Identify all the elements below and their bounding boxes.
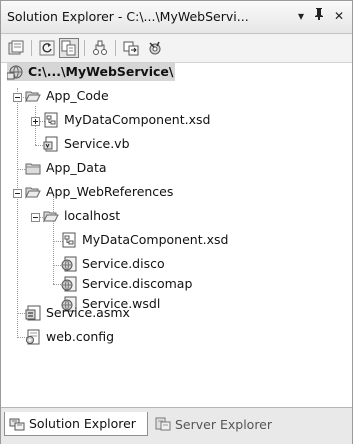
tree-item-label: MyDataComponent.xsd: [82, 232, 229, 247]
dataset-file-icon: [62, 232, 76, 248]
tree-item-label: App_WebReferences: [46, 184, 174, 199]
open-folder-icon: [43, 211, 59, 223]
tree-item-mydatacomponent-xsd[interactable]: MyDataComponent.xsd: [61, 231, 228, 249]
server-explorer-icon: [155, 417, 171, 431]
solution-explorer-panel: Solution Explorer - C:\...\MyWebServi...…: [0, 0, 353, 444]
tree-item-label: Service.disco: [82, 256, 165, 271]
web-service-file-icon: [61, 256, 77, 272]
web-project-icon: [7, 65, 23, 80]
tree-item-label: App_Code: [46, 88, 109, 103]
tree-item-root[interactable]: C:\...\MyWebService\: [7, 63, 176, 81]
web-service-file-icon: [61, 276, 77, 292]
config-file-icon: [26, 329, 40, 345]
tree-item-service-disco[interactable]: Service.disco: [61, 255, 165, 273]
window-title: Solution Explorer - C:\...\MyWebServi...: [7, 9, 249, 24]
properties-icon: [8, 40, 24, 55]
window-position-dropdown-icon[interactable]: ▾: [293, 7, 309, 25]
asmx-file-icon: [25, 305, 41, 321]
show-all-files-icon: [61, 40, 76, 56]
toolbar-separator: [31, 40, 32, 56]
asp-net-configuration-button[interactable]: [145, 38, 165, 58]
tree-item-label: App_Data: [46, 160, 107, 175]
copy-web-site-icon: [123, 41, 139, 56]
copy-web-site-button[interactable]: [121, 38, 141, 58]
close-icon[interactable]: ✕: [331, 7, 347, 25]
tree-item-app-code[interactable]: App_Code: [25, 87, 109, 105]
expand-mydatacomponent-toggle[interactable]: [31, 117, 40, 126]
toolbar-separator: [115, 40, 116, 56]
toolbar: [1, 34, 352, 63]
tree-item-label: MyDataComponent.xsd: [64, 112, 211, 127]
tree-item-service-asmx[interactable]: Service.asmx: [25, 304, 130, 322]
solution-tree: C:\...\MyWebService\ App_Code MyDataComp…: [1, 63, 352, 407]
closed-folder-icon: [25, 163, 41, 175]
collapse-app-webreferences-toggle[interactable]: [13, 189, 22, 198]
tree-item-label: Service.vb: [64, 136, 130, 151]
dataset-file-icon: [44, 112, 58, 128]
tree-item-service-discomap[interactable]: Service.discomap: [61, 275, 192, 293]
vb-file-icon: [43, 136, 58, 152]
tree-item-label: localhost: [64, 208, 121, 223]
asp-net-configuration-icon: [149, 41, 161, 55]
tree-item-service-vb[interactable]: Service.vb: [43, 135, 130, 153]
auto-hide-pin-icon[interactable]: [311, 7, 327, 25]
tree-item-label: C:\...\MyWebService\: [28, 64, 174, 79]
tab-label: Solution Explorer: [29, 416, 136, 431]
tab-server-explorer[interactable]: Server Explorer: [151, 412, 283, 436]
solution-explorer-icon: [9, 418, 25, 430]
tree-item-web-config[interactable]: web.config: [25, 328, 114, 346]
collapse-app-code-toggle[interactable]: [13, 93, 22, 102]
open-folder-icon: [25, 187, 41, 199]
tree-item-label: Service.asmx: [46, 305, 130, 320]
tab-label: Server Explorer: [175, 416, 273, 432]
open-folder-icon: [25, 91, 41, 103]
nest-related-files-icon: [93, 40, 107, 55]
tree-item-label: Service.discomap: [82, 276, 193, 291]
title-bar[interactable]: Solution Explorer - C:\...\MyWebServi...…: [1, 1, 352, 34]
tree-item-label: web.config: [46, 329, 115, 344]
properties-button[interactable]: [6, 38, 26, 58]
refresh-icon: [39, 40, 55, 56]
tree-connector: [17, 88, 18, 338]
toolbar-separator: [84, 40, 85, 56]
tab-solution-explorer[interactable]: Solution Explorer: [4, 412, 148, 436]
tree-item-app-webreferences[interactable]: App_WebReferences: [25, 183, 173, 201]
show-all-files-button[interactable]: [59, 38, 79, 58]
tool-window-tabs: Solution Explorer Server Explorer: [1, 407, 352, 444]
tree-item-mydatacomponent-xsd[interactable]: MyDataComponent.xsd: [43, 111, 210, 129]
tree-item-localhost[interactable]: localhost: [43, 207, 120, 225]
collapse-localhost-toggle[interactable]: [31, 213, 40, 222]
refresh-button[interactable]: [37, 38, 57, 58]
tree-item-app-data[interactable]: App_Data: [25, 159, 107, 177]
nest-related-files-button[interactable]: [90, 38, 110, 58]
